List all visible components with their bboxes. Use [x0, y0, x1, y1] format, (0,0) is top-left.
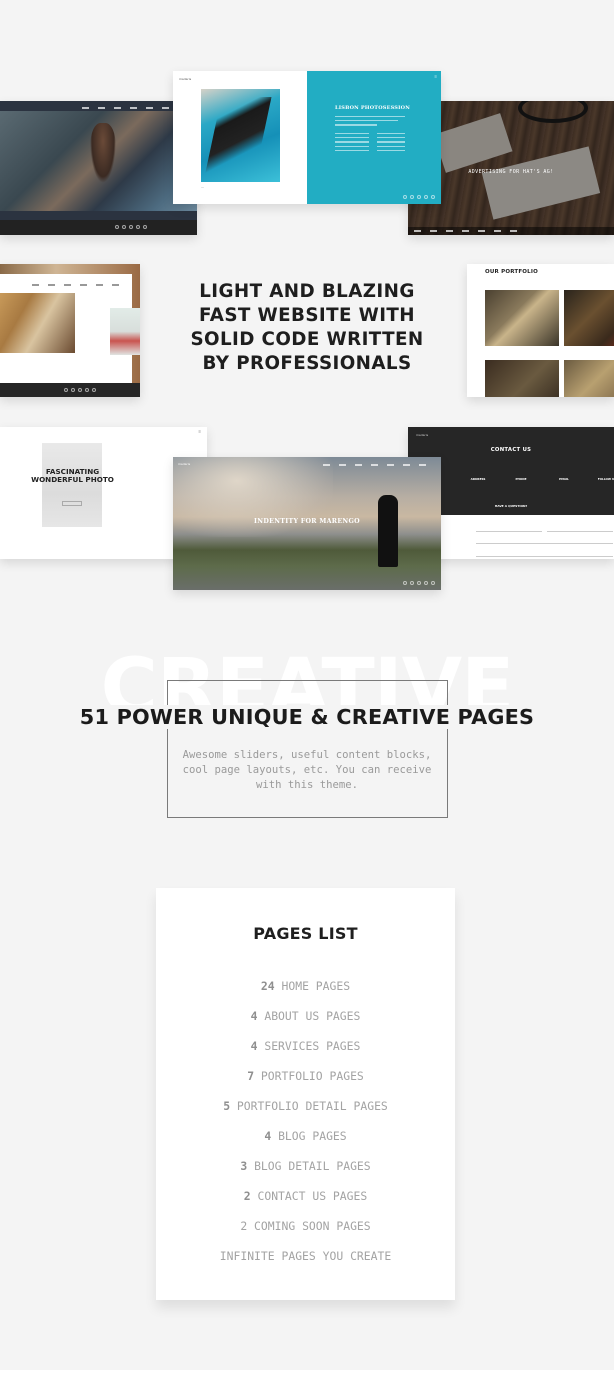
hero-line: FAST WEBSITE WITH: [199, 305, 415, 326]
page-label: BLOG DETAIL PAGES: [254, 1159, 371, 1173]
preview-brand: madaris: [178, 462, 191, 466]
preview-nav: [82, 107, 185, 109]
preview-lisbon-photosession: madaris — LISBON PHOTOSESSION ☰: [173, 71, 441, 204]
portfolio-thumb: [564, 290, 614, 346]
menu-icon: ☰: [434, 75, 437, 79]
section-description: Awesome sliders, useful content blocks, …: [182, 749, 432, 791]
preview-car-homepage: [0, 101, 197, 235]
page-count: 3: [240, 1159, 248, 1173]
preview-button: [62, 501, 82, 506]
bw-photo: [42, 443, 102, 527]
preview-footer-bar: [0, 383, 140, 397]
pages-list-item: 4 SERVICES PAGES: [156, 1036, 455, 1066]
preview-title: INDENTITY FOR MARENGO: [254, 518, 360, 525]
hero-line: BY PROFESSIONALS: [202, 353, 412, 374]
preview-title: OUR PORTFOLIO: [485, 269, 538, 275]
page-label: 2 COMING SOON PAGES: [240, 1219, 371, 1233]
pages-list-item: 7 PORTFOLIO PAGES: [156, 1066, 455, 1096]
preview-brand: madaris: [416, 433, 429, 437]
page-count: 2: [243, 1189, 251, 1203]
contact-col: PHONE: [515, 477, 527, 481]
page-label: SERVICES PAGES: [264, 1039, 361, 1053]
preview-marengo: madaris INDENTITY FOR MARENGO: [173, 457, 441, 590]
page-label: INFINITE PAGES YOU CREATE: [219, 1249, 392, 1263]
pages-list-item: 4 BLOG PAGES: [156, 1126, 455, 1156]
pages-list: 24 HOME PAGES 4 ABOUT US PAGES 4 SERVICES …: [156, 976, 455, 1276]
section-title-text: 51 POWER UNIQUE & CREATIVE PAGES: [77, 705, 537, 729]
teal-panel: LISBON PHOTOSESSION ☰: [307, 71, 441, 204]
page-label: BLOG PAGES: [278, 1129, 347, 1143]
pages-list-item: 5 PORTFOLIO DETAIL PAGES: [156, 1096, 455, 1126]
pages-list-item: 4 ABOUT US PAGES: [156, 1006, 455, 1036]
pages-list-item: 24 HOME PAGES: [156, 976, 455, 1006]
preview-caption: —: [201, 185, 204, 189]
preview-title: FASCINATING WONDERFUL PHOTO: [0, 467, 145, 485]
portfolio-thumb: [564, 360, 614, 397]
pages-list-item: 3 BLOG DETAIL PAGES: [156, 1156, 455, 1186]
page-count: 4: [250, 1039, 258, 1053]
pool-photo: [201, 89, 280, 182]
preview-boxed-slider: [0, 264, 140, 397]
pages-list-item: 2 COMING SOON PAGES: [156, 1216, 455, 1246]
pages-list-title: PAGES LIST: [253, 924, 358, 943]
hero-line: SOLID CODE WRITTEN: [190, 329, 424, 350]
page-count: 4: [250, 1009, 258, 1023]
page-count: 24: [260, 979, 275, 993]
contact-col: ADDRESS: [470, 477, 486, 481]
portfolio-thumb: [485, 360, 559, 397]
page-canvas: madaris — LISBON PHOTOSESSION ☰ ADVERTIS…: [0, 0, 614, 1370]
preview-brand: madaris: [179, 77, 192, 81]
portfolio-thumb: [485, 290, 559, 346]
contact-col: EMAIL: [559, 477, 569, 481]
menu-icon: ☰: [198, 430, 201, 434]
preview-footer-bar: [0, 220, 197, 235]
page-label: PORTFOLIO DETAIL PAGES: [236, 1099, 388, 1113]
preview-footer-bar: [408, 227, 614, 235]
preview-title: CONTACT US: [490, 447, 532, 453]
page-label: CONTACT US PAGES: [257, 1189, 368, 1203]
hero-tagline: LIGHT AND BLAZING FAST WEBSITE WITH SOLI…: [170, 280, 444, 376]
pages-list-item: INFINITE PAGES YOU CREATE: [156, 1246, 455, 1276]
page-label: HOME PAGES: [281, 979, 351, 993]
page-count: 5: [223, 1099, 231, 1113]
silhouette-figure: [378, 495, 398, 567]
title-line-2: WONDERFUL PHOTO: [31, 475, 114, 485]
car-photo: [0, 111, 197, 211]
page-count: 7: [247, 1069, 255, 1083]
slide-photo-next: [110, 308, 140, 355]
preview-portfolio: OUR PORTFOLIO: [467, 264, 614, 397]
page-label: PORTFOLIO PAGES: [260, 1069, 364, 1083]
page-label: ABOUT US PAGES: [264, 1009, 361, 1023]
hero-line: LIGHT AND BLAZING: [199, 281, 415, 302]
pages-list-card: PAGES LIST 24 HOME PAGES 4 ABOUT US PAGES…: [156, 888, 455, 1300]
section-title: 51 POWER UNIQUE & CREATIVE PAGES: [0, 705, 614, 729]
slide-photo: [0, 293, 75, 353]
pages-list-item: 2 CONTACT US PAGES: [156, 1186, 455, 1216]
preview-title: LISBON PHOTOSESSION: [335, 105, 410, 111]
contact-col: FOLLOW US: [597, 477, 614, 481]
page-count: 4: [264, 1129, 272, 1143]
